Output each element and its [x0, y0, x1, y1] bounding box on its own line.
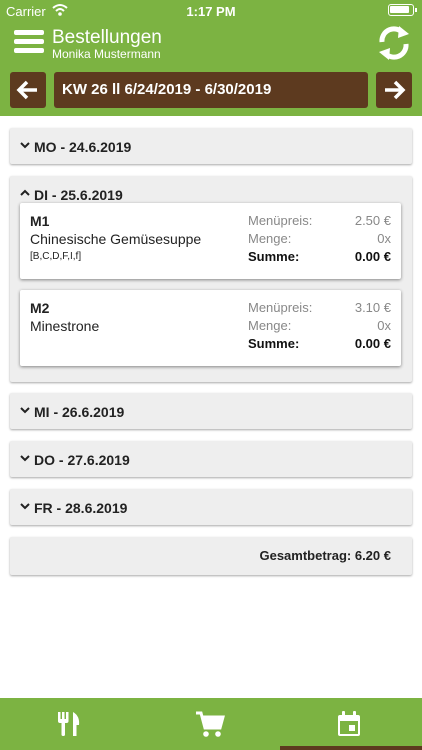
price-label: Menüpreis: [248, 300, 313, 315]
fork-knife-icon [58, 712, 80, 736]
chevron-down-icon [20, 407, 30, 414]
next-week-button[interactable] [376, 72, 412, 108]
meal-allergens: [B,C,D,F,I,f] [30, 251, 82, 262]
price-label: Menüpreis: [248, 213, 313, 228]
day-section-wednesday: MI - 26.6.2019 [10, 393, 412, 429]
calendar-icon [338, 711, 360, 736]
meal-name: Minestrone [30, 318, 100, 334]
status-bar: Carrier 1:17 PM [0, 0, 422, 22]
day-section-friday: FR - 28.6.2019 [10, 489, 412, 525]
chevron-down-icon [20, 503, 30, 510]
battery-icon [388, 4, 417, 16]
week-navigation: KW 26 ll 6/24/2019 - 6/30/2019 [0, 64, 422, 116]
day-header-friday[interactable]: FR - 28.6.2019 [10, 489, 412, 525]
day-header-monday[interactable]: MO - 24.6.2019 [10, 128, 412, 164]
sum-label: Summe: [248, 336, 300, 351]
clock: 1:17 PM [186, 4, 236, 19]
arrow-right-icon [385, 80, 406, 100]
quantity-label: Menge: [248, 318, 292, 333]
sum-label: Summe: [248, 249, 300, 264]
previous-week-button[interactable] [10, 72, 46, 108]
quantity-value: 0x [377, 231, 391, 246]
price-value: 2.50 € [354, 213, 391, 228]
sum-value: 0.00 € [354, 249, 391, 264]
total-amount: Gesamtbetrag: 6.20 € [259, 548, 391, 563]
tab-cart[interactable] [140, 698, 280, 750]
user-name: Monika Mustermann [52, 47, 161, 61]
arrow-left-icon [16, 80, 37, 100]
sum-value: 0.00 € [354, 336, 391, 351]
quantity-label: Menge: [248, 231, 292, 246]
week-label: KW 26 ll 6/24/2019 - 6/30/2019 [54, 72, 368, 108]
refresh-icon[interactable] [376, 24, 412, 62]
chevron-down-icon [20, 455, 30, 462]
meal-code: M1 [30, 213, 50, 229]
chevron-up-icon [20, 189, 30, 196]
chevron-down-icon [20, 142, 30, 149]
day-label: DO - 27.6.2019 [34, 452, 130, 468]
app-bar: Bestellungen Monika Mustermann [0, 22, 422, 64]
price-value: 3.10 € [354, 300, 391, 315]
tab-calendar[interactable] [280, 698, 422, 750]
meal-name: Chinesische Gemüsesuppe [30, 231, 202, 247]
day-section-tuesday: DI - 25.6.2019 M1 Chinesische Gemüsesupp… [10, 176, 412, 382]
day-header-wednesday[interactable]: MI - 26.6.2019 [10, 393, 412, 429]
day-label: DI - 25.6.2019 [34, 187, 123, 203]
meal-card-m1[interactable]: M1 Chinesische Gemüsesuppe [B,C,D,F,I,f]… [20, 203, 401, 279]
day-label: MI - 26.6.2019 [34, 404, 125, 420]
meal-code: M2 [30, 300, 50, 316]
day-label: FR - 28.6.2019 [34, 500, 128, 516]
meal-card-m2[interactable]: M2 Minestrone Menüpreis: 3.10 € Menge: 0… [20, 290, 401, 366]
total-amount-bar: Gesamtbetrag: 6.20 € [10, 537, 412, 575]
page-title: Bestellungen [52, 27, 162, 48]
quantity-value: 0x [377, 318, 391, 333]
hamburger-menu-icon[interactable] [14, 28, 44, 56]
day-section-thursday: DO - 27.6.2019 [10, 441, 412, 477]
tab-menu[interactable] [0, 698, 140, 750]
bottom-tab-bar [0, 698, 422, 750]
day-label: MO - 24.6.2019 [34, 139, 132, 155]
day-section-monday: MO - 24.6.2019 [10, 128, 412, 164]
cart-icon [196, 711, 225, 737]
day-header-thursday[interactable]: DO - 27.6.2019 [10, 441, 412, 477]
